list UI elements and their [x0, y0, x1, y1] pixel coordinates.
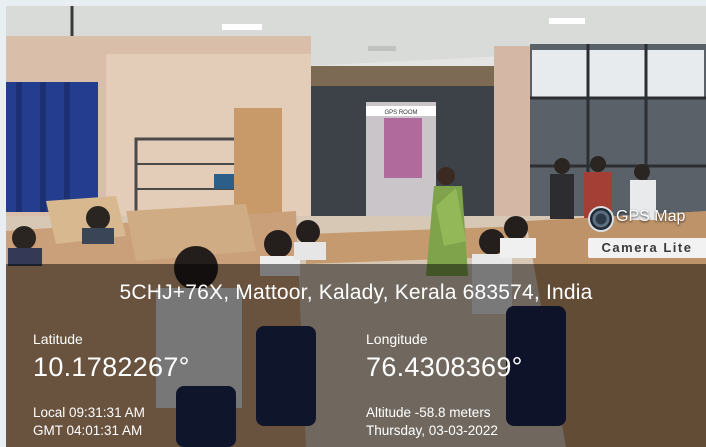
altitude-text: Altitude -58.8 meters: [366, 405, 491, 420]
room-sign: GPS ROOM: [384, 110, 417, 116]
badge-title: GPS Map: [616, 208, 686, 225]
date-text: Thursday, 03-03-2022: [366, 423, 498, 438]
longitude-label: Longitude: [366, 331, 428, 347]
latitude-label: Latitude: [33, 331, 83, 347]
longitude-value: 76.4308369°: [366, 352, 523, 382]
latitude-value: 10.1782267°: [33, 352, 190, 382]
gmt-time: GMT 04:01:31 AM: [33, 423, 143, 438]
camera-lens-icon: [588, 206, 614, 232]
location-info-panel: 5CHJ+76X, Mattoor, Kalady, Kerala 683574…: [6, 264, 706, 447]
camera-photo-frame: GPS ROOM GPS Map Camera Lite 5CHJ+76X, M…: [6, 6, 706, 447]
gps-map-camera-badge: GPS Map Camera Lite: [586, 204, 706, 262]
badge-subtitle: Camera Lite: [588, 238, 706, 258]
local-time: Local 09:31:31 AM: [33, 405, 145, 420]
address-text: 5CHJ+76X, Mattoor, Kalady, Kerala 683574…: [119, 281, 593, 304]
